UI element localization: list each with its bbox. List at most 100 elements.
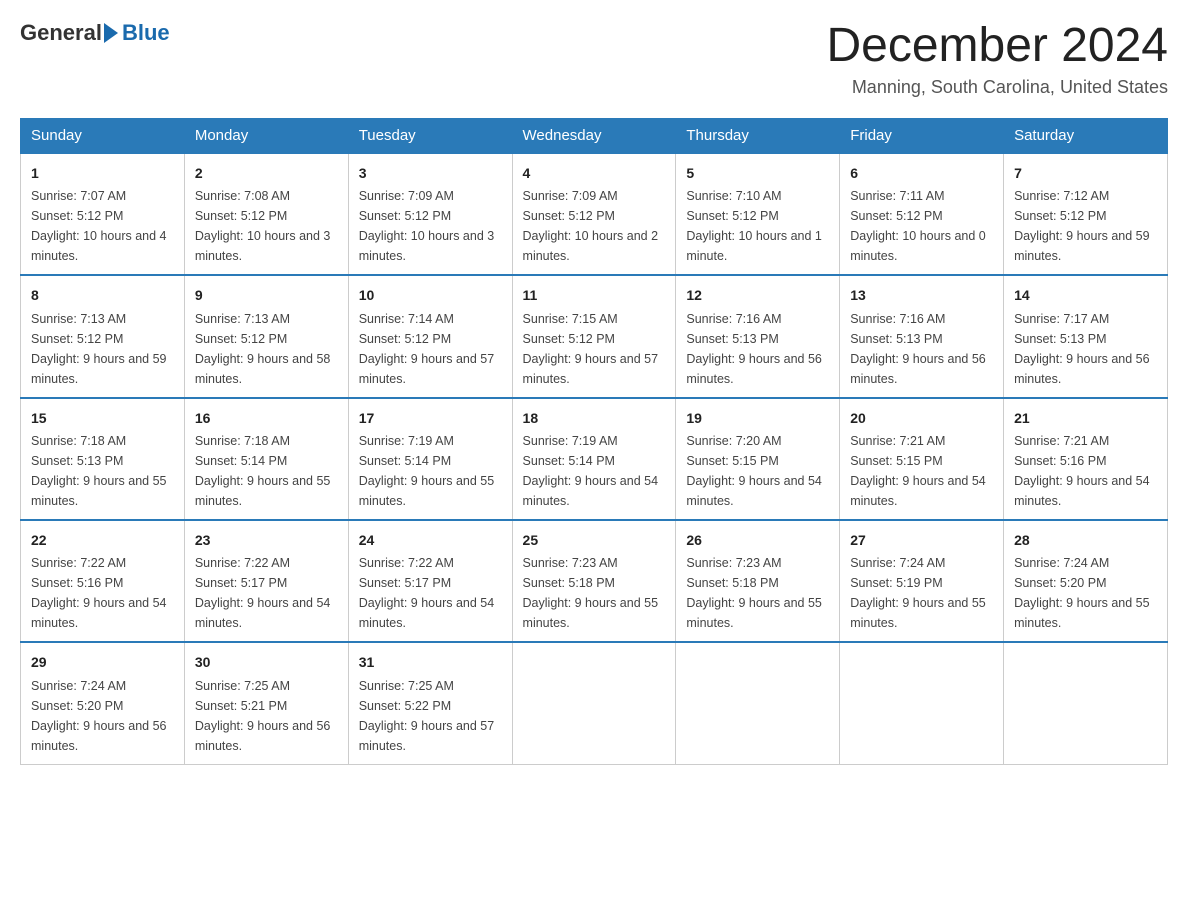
calendar-cell: 29 Sunrise: 7:24 AMSunset: 5:20 PMDayligh… (21, 642, 185, 764)
day-number: 6 (850, 162, 993, 184)
day-number: 29 (31, 651, 174, 673)
calendar-week-4: 22Sunrise: 7:22 AMSunset: 5:16 PMDayligh… (21, 520, 1168, 642)
day-info: Sunrise: 7:22 AMSunset: 5:16 PMDaylight:… (31, 553, 174, 633)
calendar-cell: 23Sunrise: 7:22 AMSunset: 5:17 PMDayligh… (184, 520, 348, 642)
calendar-cell: 4Sunrise: 7:09 AMSunset: 5:12 PMDaylight… (512, 153, 676, 275)
day-info: Sunrise: 7:19 AMSunset: 5:14 PMDaylight:… (359, 431, 502, 511)
day-info: Sunrise: 7:22 AMSunset: 5:17 PMDaylight:… (359, 553, 502, 633)
calendar-cell: 10 Sunrise: 7:14 AMSunset: 5:12 PMDayligh… (348, 275, 512, 397)
calendar-week-2: 8 Sunrise: 7:13 AMSunset: 5:12 PMDaylight… (21, 275, 1168, 397)
calendar-week-5: 29 Sunrise: 7:24 AMSunset: 5:20 PMDayligh… (21, 642, 1168, 764)
day-number: 27 (850, 529, 993, 551)
calendar-cell: 7Sunrise: 7:12 AMSunset: 5:12 PMDaylight… (1004, 153, 1168, 275)
day-info: Sunrise: 7:22 AMSunset: 5:17 PMDaylight:… (195, 553, 338, 633)
day-number: 30 (195, 651, 338, 673)
header-saturday: Saturday (1004, 118, 1168, 153)
header-tuesday: Tuesday (348, 118, 512, 153)
day-info: Sunrise: 7:23 AMSunset: 5:18 PMDaylight:… (686, 553, 829, 633)
day-number: 31 (359, 651, 502, 673)
logo-arrow-icon (104, 23, 118, 43)
day-number: 24 (359, 529, 502, 551)
day-info: Sunrise: 7:10 AMSunset: 5:12 PMDaylight:… (686, 186, 829, 266)
day-number: 14 (1014, 284, 1157, 306)
calendar-cell: 31Sunrise: 7:25 AMSunset: 5:22 PMDayligh… (348, 642, 512, 764)
logo-general-text: General (20, 20, 102, 46)
calendar-cell: 2Sunrise: 7:08 AMSunset: 5:12 PMDaylight… (184, 153, 348, 275)
day-number: 21 (1014, 407, 1157, 429)
day-number: 18 (523, 407, 666, 429)
day-number: 15 (31, 407, 174, 429)
day-info: Sunrise: 7:11 AMSunset: 5:12 PMDaylight:… (850, 186, 993, 266)
calendar-week-1: 1Sunrise: 7:07 AMSunset: 5:12 PMDaylight… (21, 153, 1168, 275)
header-friday: Friday (840, 118, 1004, 153)
day-number: 16 (195, 407, 338, 429)
day-number: 17 (359, 407, 502, 429)
calendar-cell: 11 Sunrise: 7:15 AMSunset: 5:12 PMDayligh… (512, 275, 676, 397)
day-info: Sunrise: 7:14 AMSunset: 5:12 PMDaylight:… (359, 309, 502, 389)
day-info: Sunrise: 7:07 AMSunset: 5:12 PMDaylight:… (31, 186, 174, 266)
day-info: Sunrise: 7:15 AMSunset: 5:12 PMDaylight:… (523, 309, 666, 389)
day-number: 8 (31, 284, 174, 306)
calendar-cell: 28Sunrise: 7:24 AMSunset: 5:20 PMDayligh… (1004, 520, 1168, 642)
calendar-cell: 26Sunrise: 7:23 AMSunset: 5:18 PMDayligh… (676, 520, 840, 642)
day-number: 19 (686, 407, 829, 429)
calendar-cell: 16Sunrise: 7:18 AMSunset: 5:14 PMDayligh… (184, 398, 348, 520)
day-info: Sunrise: 7:20 AMSunset: 5:15 PMDaylight:… (686, 431, 829, 511)
day-info: Sunrise: 7:25 AMSunset: 5:21 PMDaylight:… (195, 676, 338, 756)
calendar-cell: 6Sunrise: 7:11 AMSunset: 5:12 PMDaylight… (840, 153, 1004, 275)
calendar-week-3: 15Sunrise: 7:18 AMSunset: 5:13 PMDayligh… (21, 398, 1168, 520)
title-section: December 2024 Manning, South Carolina, U… (826, 20, 1168, 98)
calendar-cell (1004, 642, 1168, 764)
day-info: Sunrise: 7:19 AMSunset: 5:14 PMDaylight:… (523, 431, 666, 511)
day-number: 10 (359, 284, 502, 306)
calendar-cell: 1Sunrise: 7:07 AMSunset: 5:12 PMDaylight… (21, 153, 185, 275)
day-number: 2 (195, 162, 338, 184)
day-number: 7 (1014, 162, 1157, 184)
day-number: 11 (523, 284, 666, 306)
day-number: 1 (31, 162, 174, 184)
calendar-cell: 13Sunrise: 7:16 AMSunset: 5:13 PMDayligh… (840, 275, 1004, 397)
calendar-cell: 8 Sunrise: 7:13 AMSunset: 5:12 PMDaylight… (21, 275, 185, 397)
header-sunday: Sunday (21, 118, 185, 153)
day-number: 25 (523, 529, 666, 551)
day-info: Sunrise: 7:12 AMSunset: 5:12 PMDaylight:… (1014, 186, 1157, 266)
header-monday: Monday (184, 118, 348, 153)
day-number: 9 (195, 284, 338, 306)
day-number: 26 (686, 529, 829, 551)
logo: General Blue (20, 20, 170, 46)
logo-blue-text: Blue (122, 20, 170, 46)
day-info: Sunrise: 7:13 AMSunset: 5:12 PMDaylight:… (31, 309, 174, 389)
calendar-cell: 24Sunrise: 7:22 AMSunset: 5:17 PMDayligh… (348, 520, 512, 642)
calendar-header-row: SundayMondayTuesdayWednesdayThursdayFrid… (21, 118, 1168, 153)
calendar-cell: 17Sunrise: 7:19 AMSunset: 5:14 PMDayligh… (348, 398, 512, 520)
day-info: Sunrise: 7:18 AMSunset: 5:14 PMDaylight:… (195, 431, 338, 511)
logo-blue-part: Blue (102, 20, 170, 46)
day-number: 12 (686, 284, 829, 306)
calendar-cell: 19Sunrise: 7:20 AMSunset: 5:15 PMDayligh… (676, 398, 840, 520)
day-number: 5 (686, 162, 829, 184)
calendar-cell: 3Sunrise: 7:09 AMSunset: 5:12 PMDaylight… (348, 153, 512, 275)
day-info: Sunrise: 7:21 AMSunset: 5:16 PMDaylight:… (1014, 431, 1157, 511)
calendar-cell: 9 Sunrise: 7:13 AMSunset: 5:12 PMDaylight… (184, 275, 348, 397)
calendar-cell: 27Sunrise: 7:24 AMSunset: 5:19 PMDayligh… (840, 520, 1004, 642)
page-header: General Blue December 2024 Manning, Sout… (20, 20, 1168, 98)
day-number: 20 (850, 407, 993, 429)
day-info: Sunrise: 7:24 AMSunset: 5:20 PMDaylight:… (1014, 553, 1157, 633)
day-info: Sunrise: 7:21 AMSunset: 5:15 PMDaylight:… (850, 431, 993, 511)
calendar-cell: 5Sunrise: 7:10 AMSunset: 5:12 PMDaylight… (676, 153, 840, 275)
day-info: Sunrise: 7:18 AMSunset: 5:13 PMDaylight:… (31, 431, 174, 511)
day-number: 4 (523, 162, 666, 184)
calendar-cell: 30 Sunrise: 7:25 AMSunset: 5:21 PMDayligh… (184, 642, 348, 764)
day-info: Sunrise: 7:17 AMSunset: 5:13 PMDaylight:… (1014, 309, 1157, 389)
header-wednesday: Wednesday (512, 118, 676, 153)
day-info: Sunrise: 7:08 AMSunset: 5:12 PMDaylight:… (195, 186, 338, 266)
day-info: Sunrise: 7:13 AMSunset: 5:12 PMDaylight:… (195, 309, 338, 389)
day-info: Sunrise: 7:16 AMSunset: 5:13 PMDaylight:… (686, 309, 829, 389)
day-info: Sunrise: 7:09 AMSunset: 5:12 PMDaylight:… (359, 186, 502, 266)
calendar-cell (840, 642, 1004, 764)
day-info: Sunrise: 7:23 AMSunset: 5:18 PMDaylight:… (523, 553, 666, 633)
day-info: Sunrise: 7:09 AMSunset: 5:12 PMDaylight:… (523, 186, 666, 266)
day-info: Sunrise: 7:24 AMSunset: 5:20 PMDaylight:… (31, 676, 174, 756)
month-title: December 2024 (826, 20, 1168, 73)
day-info: Sunrise: 7:16 AMSunset: 5:13 PMDaylight:… (850, 309, 993, 389)
